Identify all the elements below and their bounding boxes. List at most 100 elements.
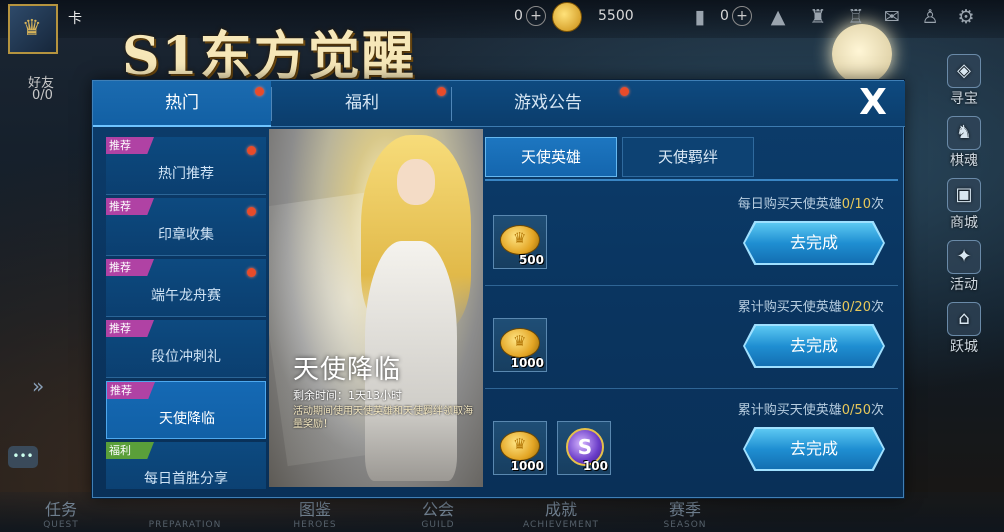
add-currency-b-icon[interactable]: + <box>732 6 752 26</box>
currency-a-value: 0 <box>514 8 523 24</box>
add-currency-a-icon[interactable]: + <box>526 6 546 26</box>
coin-icon <box>500 431 540 461</box>
gear-icon[interactable]: ⚙ <box>954 6 978 28</box>
moon-decoration <box>832 24 892 84</box>
city-icon: ⌂ <box>947 302 981 336</box>
event-banner: 天使降临 剩余时间：1天13小时 活动期间使用天使英雄和天使羁绊领取海量奖励！ <box>269 129 483 487</box>
treasure-icon: ◈ <box>947 54 981 88</box>
reward-quantity: 100 <box>582 459 608 473</box>
nav-preparation[interactable]: PREPARATION <box>140 520 230 530</box>
chat-icon[interactable]: ••• <box>8 446 38 468</box>
side-item-label: 热门推荐 <box>158 166 214 182</box>
subtab-divider <box>485 179 898 181</box>
bottom-nav: 任务 QUEST PREPARATION 图鉴 HEROES 公会 GUILD 成就 A… <box>0 492 1004 532</box>
avatar[interactable]: ♛ <box>8 4 58 54</box>
nav-season[interactable]: 赛季 SEASON <box>640 496 730 530</box>
mail-icon[interactable]: ✉ <box>880 6 904 28</box>
expand-arrow-icon[interactable]: » <box>32 374 44 398</box>
go-complete-button[interactable]: 去完成 <box>745 326 883 366</box>
coin-icon <box>500 328 540 358</box>
task-condition: 累计购买天使英雄0/20次 <box>738 296 884 315</box>
graduation-cap-icon[interactable]: ▲ <box>766 6 790 28</box>
castle-icon[interactable]: ♖ <box>844 6 868 28</box>
banner-description: 活动期间使用天使英雄和天使羁绊领取海量奖励！ <box>293 406 473 430</box>
side-item-label: 印章收集 <box>158 227 214 243</box>
tab-announcements-notification-dot <box>620 87 629 96</box>
task-condition-suffix: 次 <box>870 300 884 315</box>
event-modal: 热门 福利 游戏公告 X 推荐 热门推荐 推荐 印章收集 推荐 端午龙舟赛 推荐… <box>92 80 905 498</box>
subtab-angel-bonds[interactable]: 天使羁绊 <box>622 137 754 177</box>
task-progress: 0/20 <box>841 300 871 315</box>
task-row: 每日购买天使英雄0/10次 500 去完成 <box>485 183 898 286</box>
side-item-angel-descent[interactable]: 推荐 天使降临 <box>106 381 266 439</box>
subtab-angel-heroes[interactable]: 天使英雄 <box>485 137 617 177</box>
tab-hot-notification-dot <box>255 87 264 96</box>
side-item-daily-win-share[interactable]: 福利 每日首胜分享 <box>106 442 266 489</box>
side-item-label: 每日首胜分享 <box>144 471 228 487</box>
tab-divider <box>271 87 272 121</box>
task-condition: 每日购买天使英雄0/10次 <box>738 193 884 212</box>
notification-dot <box>247 207 256 216</box>
reward-quantity: 1000 <box>510 356 544 370</box>
currency-coin-value: 5500 <box>598 8 634 24</box>
chess-icon: ♞ <box>947 116 981 150</box>
right-menu-events[interactable]: ✦ 活动 <box>938 240 990 294</box>
modal-tab-bar: 热门 福利 游戏公告 X <box>93 81 905 127</box>
side-item-label: 天使降临 <box>159 411 215 427</box>
nav-quest[interactable]: 任务 QUEST <box>16 496 106 530</box>
friends-count: 0/0 <box>32 88 53 103</box>
side-item-hot-recommend[interactable]: 推荐 热门推荐 <box>106 137 266 195</box>
task-condition-text: 累计购买天使英雄 <box>737 300 842 315</box>
welfare-tag: 福利 <box>106 442 154 459</box>
reward-coin-slot[interactable]: 500 <box>493 215 547 269</box>
reward-quantity: 500 <box>518 253 544 267</box>
side-item-dragon-boat[interactable]: 推荐 端午龙舟赛 <box>106 259 266 317</box>
recommend-tag: 推荐 <box>106 320 154 337</box>
event-side-list: 推荐 热门推荐 推荐 印章收集 推荐 端午龙舟赛 推荐 段位冲刺礼 推荐 天使降… <box>106 137 269 489</box>
tab-welfare-notification-dot <box>437 87 446 96</box>
right-menu-chess-soul[interactable]: ♞ 棋魂 <box>938 116 990 170</box>
tab-welfare[interactable]: 福利 <box>273 81 451 127</box>
reward-symbol-slot[interactable]: S 100 <box>557 421 611 475</box>
task-progress: 0/50 <box>841 403 871 418</box>
coin-icon <box>500 225 540 255</box>
notification-dot <box>247 146 256 155</box>
recommend-tag: 推荐 <box>106 198 154 215</box>
recommend-tag: 推荐 <box>106 137 154 154</box>
task-condition-text: 每日购买天使英雄 <box>737 197 842 212</box>
player-name: 卡 <box>68 11 82 27</box>
go-complete-button[interactable]: 去完成 <box>745 429 883 469</box>
side-item-rank-sprint[interactable]: 推荐 段位冲刺礼 <box>106 320 266 378</box>
card-icon[interactable]: ▮ <box>688 6 712 28</box>
recommend-tag: 推荐 <box>106 259 154 276</box>
go-complete-button[interactable]: 去完成 <box>745 223 883 263</box>
banner-remaining-time: 剩余时间：1天13小时 <box>293 389 402 402</box>
trophy-icon[interactable]: ♜ <box>806 6 830 28</box>
nav-achievement[interactable]: 成就 ACHIEVEMENT <box>516 496 606 530</box>
right-menu-shop[interactable]: ▣ 商城 <box>938 178 990 232</box>
reward-coin-slot[interactable]: 1000 <box>493 421 547 475</box>
tab-hot[interactable]: 热门 <box>93 81 271 127</box>
reward-quantity: 1000 <box>510 459 544 473</box>
coin-icon <box>552 2 582 32</box>
task-progress: 0/10 <box>841 197 871 212</box>
event-title: S1东方觉醒 <box>122 26 416 87</box>
recommend-tag: 推荐 <box>107 382 155 399</box>
side-item-seal-collection[interactable]: 推荐 印章收集 <box>106 198 266 256</box>
task-condition-suffix: 次 <box>870 403 884 418</box>
currency-b-value: 0 <box>720 8 729 24</box>
nav-guild[interactable]: 公会 GUILD <box>393 496 483 530</box>
right-menu-city[interactable]: ⌂ 跃城 <box>938 302 990 356</box>
tab-announcements[interactable]: 游戏公告 <box>453 81 643 127</box>
task-condition: 累计购买天使英雄0/50次 <box>738 399 884 418</box>
angel-face-art <box>397 159 435 205</box>
reward-coin-slot[interactable]: 1000 <box>493 318 547 372</box>
right-menu-treasure[interactable]: ◈ 寻宝 <box>938 54 990 108</box>
notification-dot <box>247 268 256 277</box>
banner-title: 天使降临 <box>293 355 402 385</box>
side-item-label: 段位冲刺礼 <box>151 349 221 365</box>
nav-heroes[interactable]: 图鉴 HEROES <box>270 496 360 530</box>
task-condition-suffix: 次 <box>870 197 884 212</box>
close-button[interactable]: X <box>855 85 891 121</box>
person-icon[interactable]: ♙ <box>918 6 942 28</box>
